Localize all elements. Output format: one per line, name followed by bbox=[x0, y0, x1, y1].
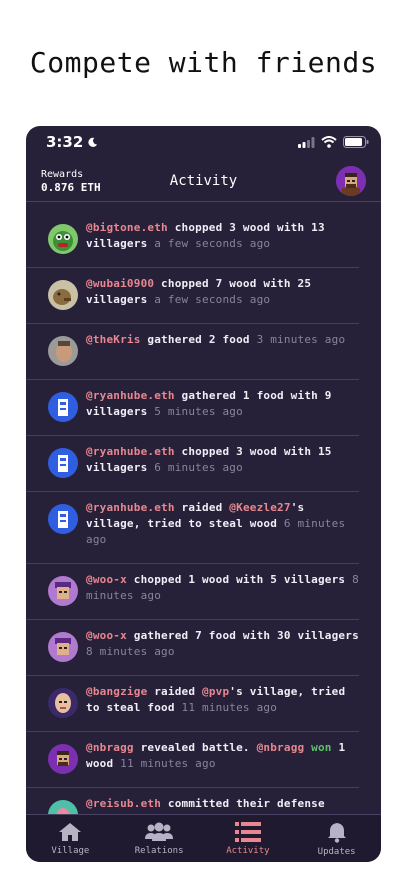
activity-action: chopped 1 wood with 5 villagers bbox=[126, 573, 353, 586]
user-avatar bbox=[48, 744, 78, 774]
home-icon bbox=[59, 822, 82, 841]
headline: Compete with friends bbox=[29, 46, 378, 79]
activity-item[interactable]: @ryanhube.eth gathered 1 food with 9 vil… bbox=[26, 380, 359, 436]
user-avatar bbox=[48, 224, 78, 254]
target-username-link[interactable]: @nbragg bbox=[257, 741, 305, 754]
user-avatar bbox=[48, 576, 78, 606]
moon-icon bbox=[88, 137, 98, 147]
activity-item[interactable]: @woo-x chopped 1 wood with 5 villagers 8… bbox=[26, 564, 359, 620]
target-username-link[interactable]: @Keezle27 bbox=[229, 501, 290, 514]
username-link[interactable]: @ryanhube.eth bbox=[86, 501, 175, 514]
people-icon bbox=[145, 822, 174, 841]
status-bar: 3:32 bbox=[26, 126, 381, 158]
activity-text: @nbragg revealed battle. @nbragg won 1 w… bbox=[86, 740, 359, 772]
user-avatar bbox=[48, 448, 78, 478]
activity-text: @wubai0900 chopped 7 wood with 25 villag… bbox=[86, 276, 359, 308]
tab-updates[interactable]: Updates bbox=[292, 815, 381, 862]
activity-time: 8 minutes ago bbox=[86, 645, 175, 658]
activity-text: @reisub.eth committed their defense bbox=[86, 796, 325, 812]
username-link[interactable]: @ryanhube.eth bbox=[86, 445, 175, 458]
activity-text: @ryanhube.eth gathered 1 food with 9 vil… bbox=[86, 388, 359, 420]
profile-avatar[interactable] bbox=[336, 166, 366, 196]
tab-label: Activity bbox=[226, 845, 270, 856]
activity-item[interactable]: @nbragg revealed battle. @nbragg won 1 w… bbox=[26, 732, 359, 788]
activity-text: @theKris gathered 2 food 3 minutes ago bbox=[86, 332, 345, 348]
clock-time: 3:32 bbox=[46, 133, 84, 151]
activity-item[interactable]: @woo-x gathered 7 food with 30 villagers… bbox=[26, 620, 359, 676]
activity-text: @woo-x gathered 7 food with 30 villagers… bbox=[86, 628, 359, 660]
status-icons bbox=[298, 136, 369, 148]
battery-icon bbox=[343, 136, 369, 148]
won-label: won bbox=[304, 741, 332, 754]
activity-text: @woo-x chopped 1 wood with 5 villagers 8… bbox=[86, 572, 359, 604]
tab-label: Village bbox=[51, 845, 90, 856]
profile-avatar-image bbox=[336, 166, 366, 196]
user-avatar bbox=[48, 504, 78, 534]
username-link[interactable]: @ryanhube.eth bbox=[86, 389, 175, 402]
user-avatar bbox=[48, 688, 78, 718]
tab-village[interactable]: Village bbox=[26, 815, 115, 862]
username-link[interactable]: @reisub.eth bbox=[86, 797, 161, 810]
activity-time: 11 minutes ago bbox=[181, 701, 278, 714]
activity-time: 6 minutes ago bbox=[154, 461, 243, 474]
username-link[interactable]: @woo-x bbox=[86, 573, 127, 586]
tab-label: Relations bbox=[134, 845, 184, 856]
activity-item[interactable]: @ryanhube.eth chopped 3 wood with 15 vil… bbox=[26, 436, 359, 492]
list-icon bbox=[234, 821, 261, 842]
user-avatar bbox=[48, 280, 78, 310]
username-link[interactable]: @nbragg bbox=[86, 741, 134, 754]
username-link[interactable]: @wubai0900 bbox=[86, 277, 154, 290]
wifi-icon bbox=[321, 136, 337, 148]
username-link[interactable]: @bigtone.eth bbox=[86, 221, 168, 234]
bell-icon bbox=[327, 822, 346, 843]
activity-feed[interactable]: @bigtone.eth chopped 3 wood with 13 vill… bbox=[26, 212, 381, 814]
username-link[interactable]: @theKris bbox=[86, 333, 141, 346]
signal-icon bbox=[298, 136, 315, 148]
activity-action: gathered 2 food bbox=[140, 333, 257, 346]
activity-time: 5 minutes ago bbox=[154, 405, 243, 418]
user-avatar bbox=[48, 392, 78, 422]
user-avatar bbox=[48, 336, 78, 366]
username-link[interactable]: @woo-x bbox=[86, 629, 127, 642]
tab-activity[interactable]: Activity bbox=[204, 815, 293, 862]
activity-item[interactable]: @theKris gathered 2 food 3 minutes ago bbox=[26, 324, 359, 380]
user-avatar bbox=[48, 800, 78, 814]
activity-time: a few seconds ago bbox=[154, 237, 271, 250]
activity-time: 11 minutes ago bbox=[120, 757, 216, 770]
tab-label: Updates bbox=[317, 846, 356, 857]
activity-action: gathered 7 food with 30 villagers bbox=[126, 629, 359, 642]
username-link[interactable]: @bangzige bbox=[86, 685, 147, 698]
activity-item[interactable]: @bigtone.eth chopped 3 wood with 13 vill… bbox=[26, 212, 359, 268]
activity-item[interactable]: @reisub.eth committed their defense bbox=[26, 788, 359, 814]
activity-action: raided bbox=[174, 501, 230, 514]
activity-item[interactable]: @ryanhube.eth raided @Keezle27's village… bbox=[26, 492, 359, 564]
activity-action: raided bbox=[147, 685, 202, 698]
activity-text: @ryanhube.eth chopped 3 wood with 15 vil… bbox=[86, 444, 359, 476]
target-username-link[interactable]: @pvp bbox=[202, 685, 229, 698]
activity-item[interactable]: @bangzige raided @pvp's village, tried t… bbox=[26, 676, 359, 732]
activity-action: revealed battle. bbox=[133, 741, 257, 754]
activity-item[interactable]: @wubai0900 chopped 7 wood with 25 villag… bbox=[26, 268, 359, 324]
activity-text: @bangzige raided @pvp's village, tried t… bbox=[86, 684, 359, 716]
tab-relations[interactable]: Relations bbox=[115, 815, 204, 862]
activity-time: 3 minutes ago bbox=[256, 333, 346, 346]
app-header: Rewards 0.876 ETH Activity bbox=[26, 162, 381, 202]
activity-time: a few seconds ago bbox=[154, 293, 271, 306]
tab-bar: Village Relations Activity Updates bbox=[26, 814, 381, 862]
activity-text: @bigtone.eth chopped 3 wood with 13 vill… bbox=[86, 220, 359, 252]
clock: 3:32 bbox=[46, 133, 98, 151]
activity-text: @ryanhube.eth raided @Keezle27's village… bbox=[86, 500, 359, 548]
page-title: Activity bbox=[169, 173, 238, 189]
activity-action: committed their defense bbox=[161, 797, 325, 810]
phone-screen: 3:32 Rewards 0.876 ETH Activity @bigtone… bbox=[26, 126, 381, 862]
user-avatar bbox=[48, 632, 78, 662]
